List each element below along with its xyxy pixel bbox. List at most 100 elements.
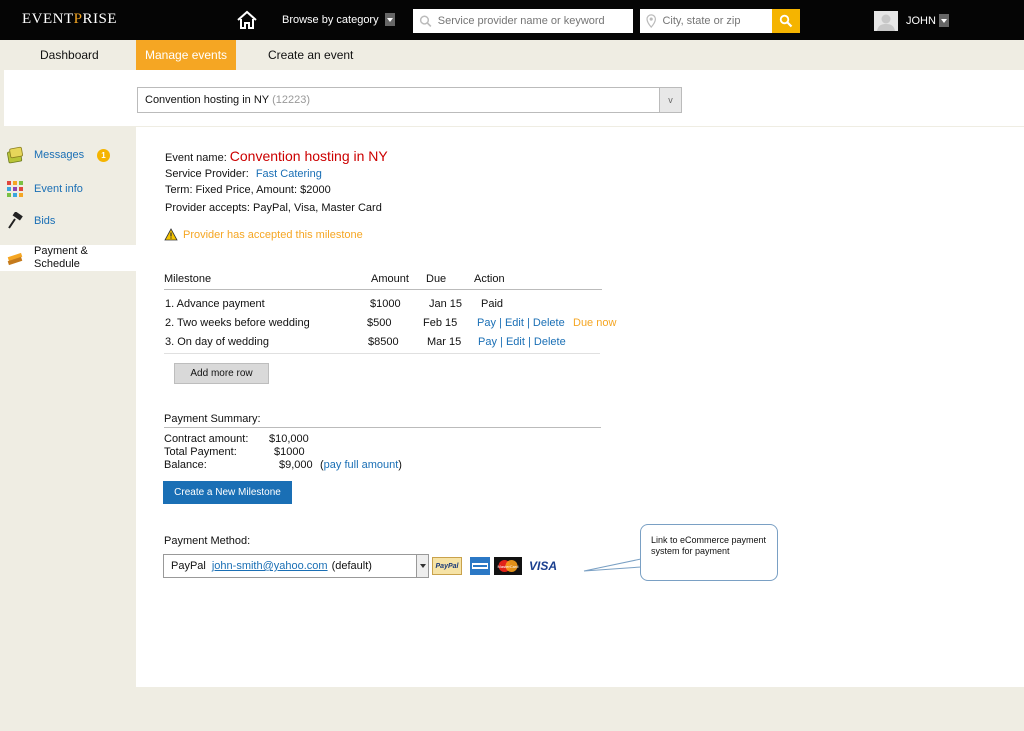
event-select-value: Convention hosting in NY: [145, 94, 270, 106]
term-text: Term: Fixed Price, Amount: $2000: [165, 184, 331, 196]
table-bottom-divider: [164, 353, 600, 354]
location-field[interactable]: [640, 9, 772, 33]
pay-link[interactable]: Pay: [477, 317, 496, 329]
contract-amount-label: Contract amount:: [164, 433, 249, 445]
event-name: Convention hosting in NY: [229, 148, 388, 164]
tab-create-event[interactable]: Create an event: [268, 40, 353, 70]
user-menu[interactable]: JOHN: [906, 14, 949, 27]
messages-icon: [7, 146, 23, 164]
paypal-logo: PayPal: [432, 557, 462, 575]
search-icon: [419, 15, 432, 28]
search-input[interactable]: [437, 15, 633, 27]
pay-full-amount-link[interactable]: pay full amount: [324, 459, 399, 471]
browse-label: Browse by category: [282, 13, 379, 26]
balance-label: Balance:: [164, 459, 207, 471]
sidebar-item-event-info[interactable]: Event info: [0, 179, 136, 199]
mastercard-icon: MasterCard: [494, 557, 522, 575]
milestone-due: Feb 15: [423, 317, 458, 329]
chevron-down-icon[interactable]: [416, 555, 428, 577]
milestone-amount: $500: [367, 317, 392, 329]
avatar[interactable]: [874, 11, 898, 31]
pay-full-amount: (pay full amount): [320, 459, 402, 471]
home-icon[interactable]: [236, 10, 258, 30]
milestone-due: Mar 15: [427, 336, 462, 348]
unread-count-badge: 1: [97, 148, 110, 162]
col-header-amount: Amount: [371, 273, 409, 285]
payment-email-link[interactable]: john-smith@yahoo.com: [212, 560, 328, 572]
tab-manage-events[interactable]: Manage events: [136, 40, 237, 77]
action-separator: |: [527, 336, 531, 348]
callout-pointer: [583, 558, 642, 572]
amex-card-icon: [470, 557, 490, 575]
milestone-name: 2. Two weeks before wedding: [165, 317, 310, 329]
chevron-down-icon: [384, 13, 395, 26]
sidebar-item-label: Payment & Schedule: [34, 245, 88, 270]
add-more-row-button[interactable]: Add more row: [174, 363, 269, 384]
sidebar: Messages 1 Event info Bids Payment & Sche…: [0, 127, 136, 679]
milestone-accepted-warning: Provider has accepted this milestone: [164, 228, 363, 241]
contract-amount-value: $10,000: [269, 433, 309, 445]
table-header-divider: [164, 289, 602, 290]
service-provider-label: Service Provider:: [165, 168, 249, 180]
delete-link[interactable]: Delete: [534, 336, 566, 348]
default-note: (default): [331, 560, 372, 572]
total-payment-label: Total Payment:: [164, 446, 237, 458]
payment-method-title: Payment Method:: [164, 535, 251, 547]
chevron-down-icon[interactable]: v: [659, 88, 681, 112]
top-bar: EVENTPRISE Browse by category Service pr…: [0, 0, 1024, 40]
grid-icon: [7, 181, 23, 197]
milestone-amount: $1000: [370, 298, 401, 310]
edit-link[interactable]: Edit: [506, 336, 525, 348]
service-provider-row: Service Provider: Fast Catering: [165, 168, 322, 180]
col-header-due: Due: [426, 273, 447, 285]
milestone-amount: $8500: [368, 336, 399, 348]
total-payment-value: $1000: [274, 446, 305, 458]
search-button[interactable]: [772, 9, 800, 33]
pay-link[interactable]: Pay: [478, 336, 497, 348]
milestone-actions: Pay | Edit | Delete: [477, 317, 565, 329]
action-separator: |: [499, 317, 502, 329]
milestone-name: 1. Advance payment: [165, 298, 265, 310]
chevron-down-icon: [938, 14, 949, 27]
payment-method-select[interactable]: PayPal john-smith@yahoo.com (default): [163, 554, 429, 578]
gavel-icon: [8, 212, 23, 229]
sidebar-item-label: Messages: [34, 149, 85, 161]
action-separator: |: [500, 336, 503, 348]
mastercard-text: MasterCard: [497, 563, 519, 569]
event-select[interactable]: Convention hosting in NY (12223) v: [137, 87, 682, 113]
action-separator: |: [526, 317, 530, 329]
col-header-milestone: Milestone: [164, 273, 212, 285]
event-selector-band: Convention hosting in NY (12223) v: [4, 70, 1024, 126]
warning-text: Provider has accepted this milestone: [183, 228, 363, 241]
payment-books-icon: [7, 252, 23, 266]
create-new-milestone-button[interactable]: Create a New Milestone: [163, 481, 292, 504]
main-content: Event name: Convention hosting in NY Ser…: [136, 127, 1024, 687]
milestone-due: Jan 15: [429, 298, 463, 310]
location-pin-icon: [646, 14, 657, 29]
sidebar-item-label: Event info: [34, 183, 83, 195]
browse-by-category-menu[interactable]: Browse by category: [282, 13, 395, 26]
search-icon: [779, 14, 793, 28]
sidebar-item-payment-schedule[interactable]: Payment & Schedule: [0, 245, 136, 271]
warning-icon: [164, 228, 178, 241]
event-select-code: (12223): [272, 94, 311, 106]
tab-dashboard[interactable]: Dashboard: [40, 40, 99, 70]
delete-link[interactable]: Delete: [533, 317, 565, 329]
search-field[interactable]: [413, 9, 633, 33]
due-now-label: Due now: [573, 317, 617, 329]
sidebar-item-label: Bids: [34, 215, 56, 227]
main-nav: Dashboard Manage events Create an event: [0, 40, 1024, 77]
milestone-name: 3. On day of wedding: [165, 336, 269, 348]
ecommerce-callout: Link to eCommerce payment system for pay…: [640, 524, 778, 581]
event-name-label: Event name:: [165, 152, 227, 164]
provider-accepts-text: Provider accepts: PayPal, Visa, Master C…: [165, 202, 382, 214]
milestone-status: Paid: [481, 298, 504, 310]
sidebar-item-bids[interactable]: Bids: [0, 211, 136, 231]
payment-provider: PayPal: [171, 560, 206, 572]
edit-link[interactable]: Edit: [505, 317, 524, 329]
location-input[interactable]: [662, 15, 772, 27]
logo[interactable]: EVENTPRISE: [22, 11, 117, 28]
service-provider-link[interactable]: Fast Catering: [256, 168, 322, 180]
sidebar-item-messages[interactable]: Messages 1: [0, 145, 136, 165]
footer: [4, 687, 1024, 727]
